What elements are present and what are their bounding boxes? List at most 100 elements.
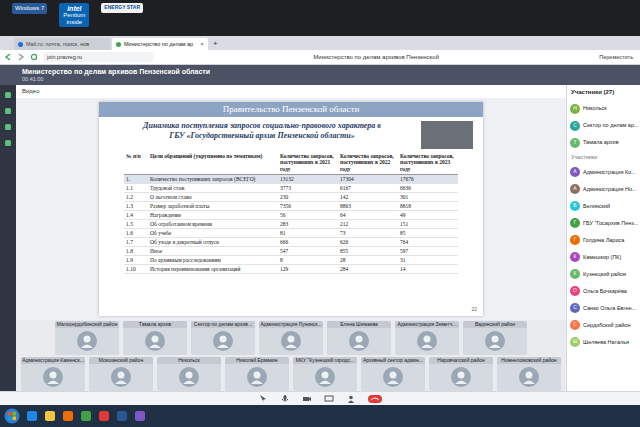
participant-item[interactable]: ККузнецкий район	[567, 265, 640, 282]
participant-tile[interactable]: Вадинский район	[463, 321, 527, 355]
participant-item[interactable]: ССектор по делам ар...	[567, 117, 640, 134]
participant-item[interactable]: ААдминистрация Ко...	[567, 163, 640, 180]
participant-item[interactable]: ТТамала архив	[567, 134, 640, 151]
participant-name: Сектор по делам ар...	[583, 121, 639, 129]
slide-title-row: Динамика поступления запросов социально-…	[99, 117, 483, 149]
table-cell: 13132	[278, 174, 338, 183]
participant-name: Белинский	[583, 202, 610, 210]
folder-icon[interactable]	[44, 410, 56, 422]
participant-item[interactable]: ООльга Бочкарёва	[567, 282, 640, 299]
favicon-icon	[18, 42, 23, 47]
table-cell: 8863	[338, 201, 398, 210]
slide-banner-text: Правительство Пензенской области	[223, 103, 360, 117]
participant-avatar: О	[570, 286, 580, 296]
people-icon[interactable]	[4, 107, 12, 115]
table-cell: 56	[278, 210, 338, 219]
participant-tile[interactable]: МКУ "Кузнецкий городс...	[293, 357, 357, 391]
move-button[interactable]: Переместить	[599, 53, 636, 61]
table-cell: Об уходе в декретный отпуск	[148, 237, 278, 246]
browser-tab[interactable]: Mail.ru: почта, поиск, нов	[14, 38, 110, 50]
chat-icon[interactable]	[4, 91, 12, 99]
participant-tile[interactable]: Архивный сектор админ...	[361, 357, 425, 391]
participant-item[interactable]: ГГБУ "Госархив Пенз...	[567, 214, 640, 231]
participant-tile[interactable]: Администрация Лунинск...	[259, 321, 323, 355]
url-field[interactable]: join.pravreg.ru	[43, 52, 153, 62]
avatar-icon	[77, 331, 97, 351]
participant-item[interactable]: ААдминистрация Но...	[567, 180, 640, 197]
participant-tile[interactable]: Администрация Каменск...	[21, 357, 85, 391]
participant-tile[interactable]: Елена Шемаева	[327, 321, 391, 355]
table-cell: 8818	[398, 201, 458, 210]
participant-avatar: Т	[570, 138, 580, 148]
table-cell: 1.1	[124, 183, 148, 192]
screen-share-icon[interactable]	[324, 394, 334, 404]
participant-tile[interactable]: Николай Ермакин	[225, 357, 289, 391]
start-icon[interactable]	[4, 408, 20, 424]
favicon-icon	[116, 42, 121, 47]
table-cell: 14	[398, 264, 458, 273]
tab-label[interactable]: Mail.ru: почта, поиск, нов	[26, 40, 89, 48]
table-cell: 1.6	[124, 228, 148, 237]
reload-icon[interactable]	[30, 53, 38, 61]
pointer-icon[interactable]	[258, 394, 268, 404]
sticker: Windows 7	[12, 3, 47, 14]
word-icon[interactable]	[116, 410, 128, 422]
participant-tile[interactable]: Мокшанский район	[89, 357, 153, 391]
avatar-icon	[519, 367, 539, 387]
slide-banner: Правительство Пензенской области	[99, 102, 483, 117]
participants-icon[interactable]	[346, 394, 356, 404]
participant-tile[interactable]: Администрация Земетч...	[395, 321, 459, 355]
ie-icon[interactable]	[26, 410, 38, 422]
avatar-icon	[349, 331, 369, 351]
tab-label[interactable]: Министерство по делам ар	[124, 40, 193, 48]
participant-item[interactable]: ССанко Ольга Евген...	[567, 299, 640, 316]
participant-avatar: С	[570, 320, 580, 330]
hang-up-icon[interactable]	[368, 394, 382, 404]
tab-close-button[interactable]: ×	[200, 40, 204, 49]
files-icon[interactable]	[4, 139, 12, 147]
page-number: 22	[471, 306, 477, 314]
column-header: Цели обращений (укрупненно по тематикам)	[148, 153, 278, 174]
avatar-initial: Б	[573, 202, 576, 210]
camera-icon[interactable]	[302, 394, 312, 404]
participant-item[interactable]: ССердобский район	[567, 316, 640, 333]
avatar-icon	[383, 367, 403, 387]
media-icon[interactable]	[62, 410, 74, 422]
participant-tile[interactable]: Нижнеломовский район	[497, 357, 561, 391]
participant-tile[interactable]: Сектор по делам архив...	[191, 321, 255, 355]
sticker-text: ENERGY STAR	[104, 5, 140, 11]
participant-tile[interactable]: Тамала архив	[123, 321, 187, 355]
yandex-icon[interactable]	[98, 410, 110, 422]
participant-tile[interactable]: Малосердобинский район	[55, 321, 119, 355]
microphone-icon[interactable]	[280, 394, 290, 404]
browser-icon[interactable]	[134, 410, 146, 422]
avatar-icon	[485, 331, 505, 351]
new-tab-button[interactable]: +	[210, 38, 221, 50]
tile-label-bar: Наровчатский район	[429, 357, 493, 364]
browser-tab[interactable]: Министерство по делам ар ×	[112, 38, 208, 50]
avatar-icon	[213, 331, 233, 351]
back-icon[interactable]	[4, 53, 12, 61]
participant-item[interactable]: Б Белинский	[567, 197, 640, 214]
table-row: 1.4Награждение566449	[124, 210, 458, 219]
participant-tile[interactable]: Наровчатский район	[429, 357, 493, 391]
sticker-text: intel	[67, 5, 81, 12]
table-cell: 597	[398, 246, 458, 255]
url-text[interactable]: join.pravreg.ru	[47, 53, 82, 61]
forward-icon[interactable]	[17, 53, 25, 61]
participant-item[interactable]: ККамешкир (ПК)	[567, 248, 640, 265]
screen-share: Правительство Пензенской областиДинамика…	[16, 98, 566, 320]
tile-name: Малосердобинский район	[57, 321, 117, 327]
table-cell: 1.10	[124, 264, 148, 273]
participant-tile[interactable]: Никольск	[157, 357, 221, 391]
tile-name: Архивный сектор админ...	[363, 357, 423, 363]
participant-item[interactable]: ННикольск	[567, 100, 640, 117]
participant-name: Никольск	[583, 104, 607, 112]
participant-item[interactable]: ГГолдина Лариса	[567, 231, 640, 248]
participant-avatar: Б	[570, 201, 580, 211]
participant-avatar: А	[570, 167, 580, 177]
settings-icon[interactable]	[4, 123, 12, 131]
chrome-icon[interactable]	[80, 410, 92, 422]
table-cell: 855	[338, 246, 398, 255]
participant-item[interactable]: ШШеляева Наталья	[567, 333, 640, 350]
